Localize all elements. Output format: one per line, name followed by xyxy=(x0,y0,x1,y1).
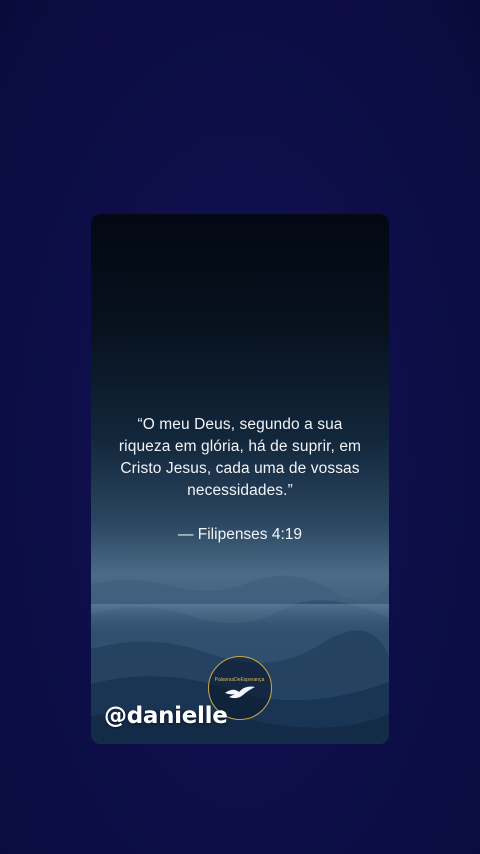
username-overlay: @danielle xyxy=(104,703,228,729)
bible-verse-quote: “O meu Deus, segundo a sua riqueza em gl… xyxy=(118,416,362,499)
verse-reference: — Filipenses 4:19 xyxy=(177,526,303,543)
dove-icon xyxy=(225,686,255,699)
post-card[interactable]: “O meu Deus, segundo a sua riqueza em gl… xyxy=(91,214,389,744)
